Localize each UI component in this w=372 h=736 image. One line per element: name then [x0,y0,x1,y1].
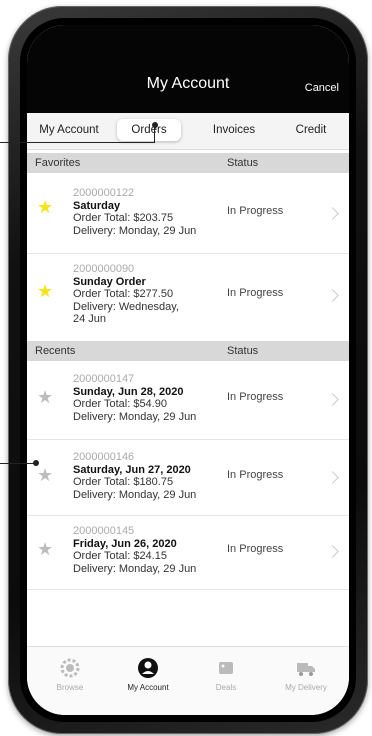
gear-icon [60,658,80,678]
order-status: In Progress [227,287,284,299]
order-details: 2000000146 Saturday, Jun 27, 2020 Order … [73,451,196,501]
nav-my-delivery-label: My Delivery [285,683,327,692]
order-delivery: Delivery: Monday, 29 Jun [73,562,197,575]
favorite-order-row[interactable]: ★ 2000000090 Sunday Order Order Total: $… [27,253,349,342]
callout-line [154,126,155,143]
callout-line [0,142,155,143]
tab-orders[interactable]: Orders [117,119,181,141]
nav-deals-label: Deals [215,683,237,692]
favorites-header: Favorites Status [27,153,349,173]
order-details: 2000000122 Saturday Order Total: $203.75… [73,187,196,237]
order-total: Order Total: $203.75 [73,212,174,224]
favorite-order-row[interactable]: ★ 2000000122 Saturday Order Total: $203.… [27,173,349,254]
page-title: My Account [146,75,230,92]
callout-dot [152,122,158,128]
recent-order-row[interactable]: ★ 2000000146 Saturday, Jun 27, 2020 Orde… [27,439,349,516]
account-icon [138,658,158,678]
star-icon[interactable]: ★ [37,387,53,408]
chevron-right-icon [326,393,339,406]
callout-dot [33,460,39,466]
nav-my-delivery[interactable]: My Delivery [271,657,341,692]
order-details: 2000000145 Friday, Jun 26, 2020 Order To… [73,525,196,575]
order-status: In Progress [227,205,284,217]
order-status: In Progress [227,543,284,555]
order-title: Saturday [73,199,121,212]
recent-order-row[interactable]: ★ 2000000147 Sunday, Jun 28, 2020 Order … [27,361,349,440]
order-number: 2000000090 [73,263,135,275]
order-title: Sunday Order [73,275,146,288]
truck-icon [297,663,315,676]
tab-credit[interactable]: Credit [283,119,339,141]
order-delivery-cont: 24 Jun [73,313,107,325]
recent-order-row[interactable]: ★ 2000000145 Friday, Jun 26, 2020 Order … [27,515,349,590]
order-number: 2000000147 [73,373,135,385]
tab-invoices[interactable]: Invoices [203,119,265,141]
order-details: 2000000147 Sunday, Jun 28, 2020 Order To… [73,373,196,423]
order-status: In Progress [227,469,284,481]
cancel-button[interactable]: Cancel [305,82,339,94]
star-icon[interactable]: ★ [37,197,53,218]
recents-label: Recents [35,345,76,357]
phone-bezel: My Account Cancel My Account Orders Invo… [20,18,356,722]
app-screen: My Account Cancel My Account Orders Invo… [27,25,349,715]
chevron-right-icon [326,545,339,558]
status-column-label: Status [227,345,259,357]
order-number: 2000000146 [73,451,135,463]
nav-my-account-label: My Account [127,683,169,692]
order-title: Sunday, Jun 28, 2020 [73,385,184,398]
order-status: In Progress [227,391,284,403]
order-delivery: Delivery: Wednesday, [73,300,179,313]
bottom-tab-bar: Browse My Account Deals My Delivery [27,646,349,715]
order-total: Order Total: $24.15 [73,550,167,562]
chevron-right-icon [326,289,339,302]
order-delivery: Delivery: Monday, 29 Jun [73,488,197,501]
order-number: 2000000145 [73,525,135,537]
star-icon[interactable]: ★ [37,465,53,486]
tab-my-account[interactable]: My Account [33,119,105,141]
chevron-right-icon [326,207,339,220]
nav-my-account[interactable]: My Account [113,657,183,692]
order-delivery: Delivery: Monday, 29 Jun [73,410,197,423]
order-details: 2000000090 Sunday Order Order Total: $27… [73,263,179,326]
favorites-label: Favorites [35,157,81,169]
order-title: Saturday, Jun 27, 2020 [73,463,191,476]
order-delivery: Delivery: Monday, 29 Jun [73,224,197,237]
order-total: Order Total: $180.75 [73,476,174,488]
segmented-tabs: My Account Orders Invoices Credit [27,113,349,150]
order-total: Order Total: $54.90 [73,398,167,410]
order-number: 2000000122 [73,187,135,199]
top-nav-bar: My Account Cancel [27,25,349,113]
nav-browse[interactable]: Browse [35,657,105,692]
chevron-right-icon [326,471,339,484]
callout-line [0,463,36,464]
phone-frame: My Account Cancel My Account Orders Invo… [8,6,368,734]
recents-header: Recents Status [27,341,349,361]
tag-icon [219,662,233,674]
star-icon[interactable]: ★ [37,281,53,302]
order-title: Friday, Jun 26, 2020 [73,537,177,550]
nav-deals[interactable]: Deals [191,657,261,692]
star-icon[interactable]: ★ [37,539,53,560]
nav-browse-label: Browse [56,683,84,692]
status-column-label: Status [227,157,259,169]
order-total: Order Total: $277.50 [73,288,174,300]
